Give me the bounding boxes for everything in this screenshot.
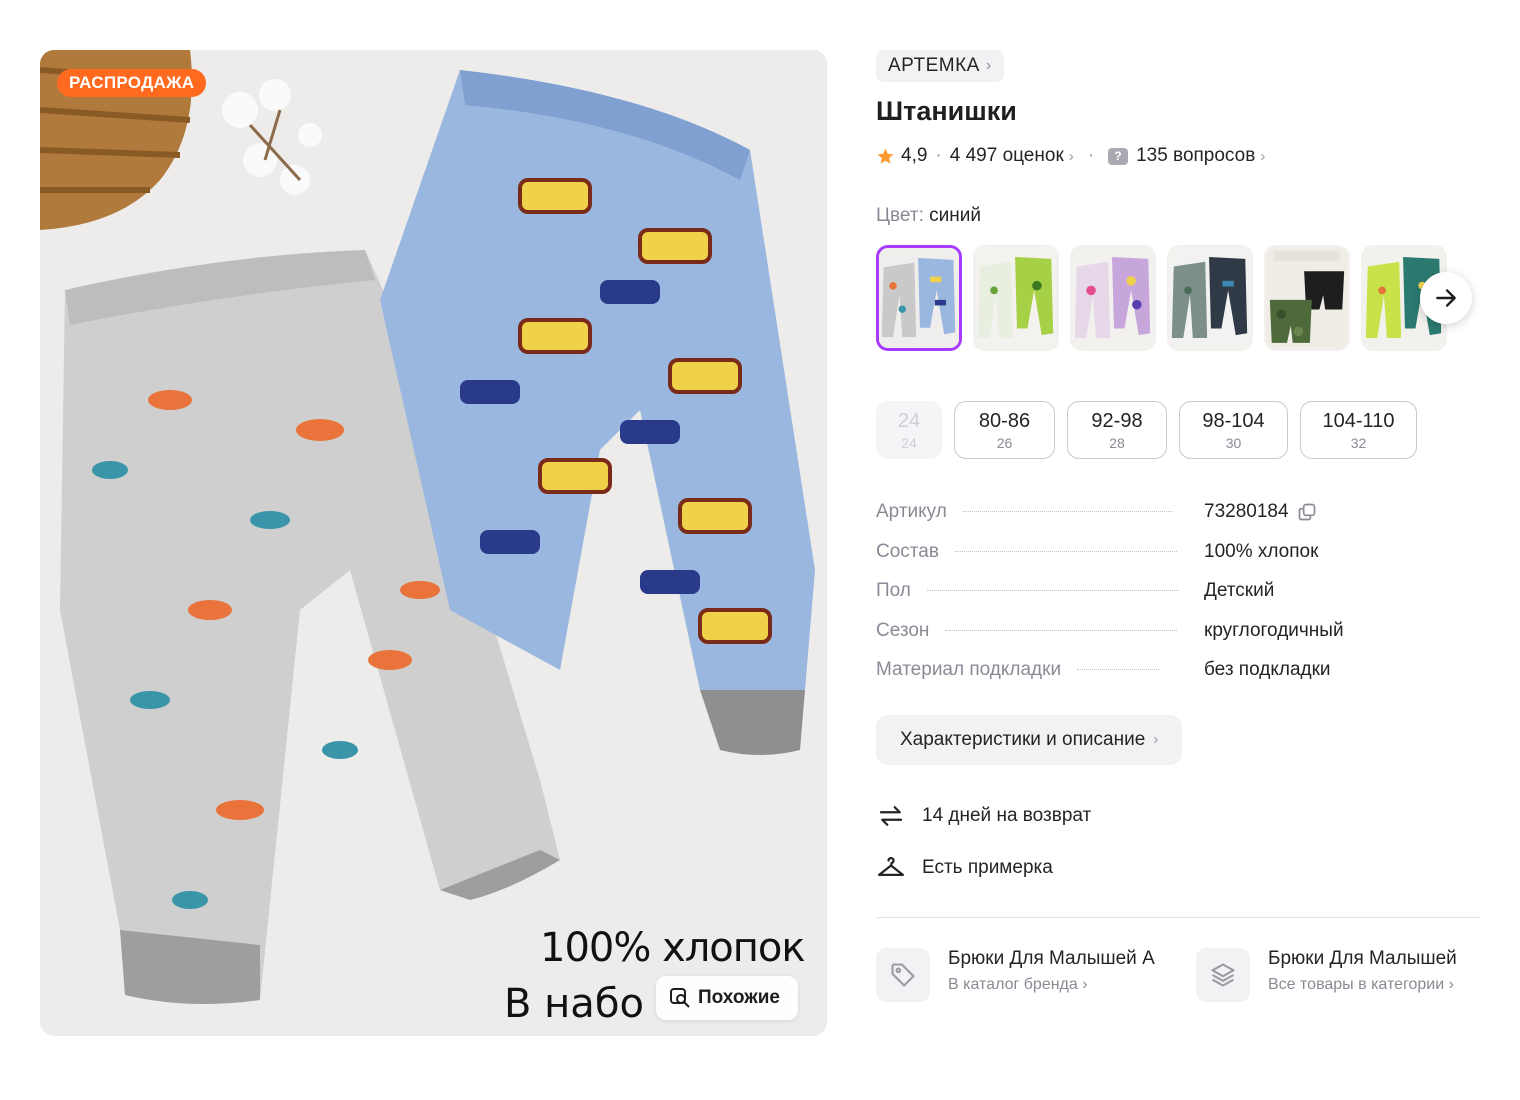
size-main: 80-86 — [978, 409, 1031, 432]
similar-button[interactable]: Похожие — [656, 976, 798, 1020]
color-thumb-4[interactable] — [1167, 245, 1253, 351]
chevron-right-icon: › — [1153, 731, 1159, 748]
color-value: синий — [929, 205, 981, 226]
spec-row: Пол Детский — [876, 580, 1480, 620]
fitting-info-text: Есть примерка — [922, 856, 1053, 878]
color-thumbnails — [876, 245, 1480, 351]
size-sub: 32 — [1350, 434, 1367, 451]
product-image[interactable]: РАСПРОДАЖА 100% хлопок В набо Похожие — [40, 50, 827, 1036]
questions-link[interactable]: 135 вопросов — [1136, 145, 1255, 167]
catalog-links: Брюки Для Малышей А В каталог бренда › Б… — [876, 947, 1480, 1002]
star-icon — [877, 148, 894, 164]
size-option[interactable]: 92-98 28 — [1067, 401, 1167, 459]
spec-value: круглогодичный — [1204, 619, 1344, 641]
spec-value: 73280184 — [1204, 501, 1317, 523]
size-sub: 30 — [1225, 434, 1242, 451]
brand-catalog-subtitle: В каталог бренда › — [948, 975, 1088, 993]
rating-value: 4,9 — [901, 145, 928, 166]
size-option[interactable]: 98-104 30 — [1179, 401, 1288, 459]
brand-link[interactable]: АРТЕМКА › — [876, 50, 1004, 82]
spec-value: 100% хлопок — [1204, 540, 1319, 562]
chevron-right-icon: › — [1260, 147, 1266, 165]
article-number: 73280184 — [1204, 501, 1289, 522]
spec-key: Материал подкладки — [876, 659, 1062, 680]
similar-button-label: Похожие — [698, 987, 780, 1008]
size-main: 104-110 — [1322, 409, 1395, 432]
layers-icon — [1196, 947, 1250, 1002]
size-selector: 24 24 80-86 26 92-98 28 98-104 30 104-11… — [876, 401, 1480, 459]
spec-row: Артикул 73280184 — [876, 501, 1480, 541]
size-option[interactable]: 104-110 32 — [1300, 401, 1417, 459]
copy-icon[interactable] — [1297, 502, 1317, 522]
reviews-link[interactable]: 4 497 оценок — [950, 145, 1064, 167]
brand-name: АРТЕМКА — [888, 55, 980, 76]
hanger-icon — [878, 856, 904, 876]
color-thumb-1[interactable] — [876, 245, 962, 351]
chevron-right-icon: › — [985, 57, 992, 74]
product-info: АРТЕМКА › Штанишки 4,9 · 4 497 оценок › … — [876, 50, 1480, 1002]
spec-leader — [945, 629, 1178, 631]
category-link[interactable]: Брюки Для Малышей Все товары в категории… — [1196, 947, 1496, 1002]
spec-row: Состав 100% хлопок — [876, 541, 1480, 581]
size-sub: 24 — [901, 434, 917, 451]
spec-row: Материал подкладки без подкладки — [876, 659, 1480, 699]
spec-row: Сезон круглогодичный — [876, 620, 1480, 660]
image-search-icon — [670, 988, 690, 1008]
description-button[interactable]: Характеристики и описание › — [876, 714, 1183, 765]
color-thumb-2[interactable] — [973, 245, 1059, 351]
specs-list: Артикул 73280184 Состав 100% хлопок Пол … — [876, 501, 1480, 699]
product-photo — [40, 50, 827, 1036]
thumbs-next-button[interactable] — [1420, 272, 1472, 324]
color-thumb-3[interactable] — [1070, 245, 1156, 351]
rating-row: 4,9 · 4 497 оценок › · ? 135 вопросов › — [876, 145, 1480, 167]
fitting-info: Есть примерка — [876, 853, 1480, 883]
arrow-right-icon — [1436, 289, 1456, 307]
spec-leader — [1077, 669, 1160, 670]
caption-line-1: 100% хлопок — [540, 925, 806, 971]
spec-value: Детский — [1204, 580, 1275, 601]
sale-badge: РАСПРОДАЖА — [57, 69, 207, 97]
spec-key: Состав — [876, 540, 939, 562]
size-main: 24 — [897, 409, 921, 432]
category-title: Брюки Для Малышей — [1268, 947, 1457, 969]
return-policy: 14 дней на возврат — [876, 801, 1480, 831]
divider — [876, 916, 1480, 918]
brand-catalog-link[interactable]: Брюки Для Малышей А В каталог бренда › — [876, 947, 1176, 1002]
size-sub: 28 — [1109, 434, 1125, 451]
separator-dot: · — [935, 145, 942, 166]
size-main: 98-104 — [1202, 409, 1265, 432]
separator-dot: · — [1087, 145, 1095, 166]
size-sub: 26 — [996, 434, 1013, 451]
spec-key: Пол — [876, 580, 911, 601]
category-subtitle: Все товары в категории › — [1268, 975, 1454, 993]
size-main: 92-98 — [1091, 409, 1143, 432]
spec-value: без подкладки — [1204, 659, 1331, 680]
return-policy-text: 14 дней на возврат — [922, 804, 1092, 826]
tag-icon — [876, 947, 930, 1002]
return-arrows-icon — [879, 805, 903, 826]
spec-leader — [954, 550, 1177, 552]
color-thumb-5[interactable] — [1264, 245, 1350, 351]
spec-key: Сезон — [876, 619, 930, 641]
size-option[interactable]: 80-86 26 — [954, 401, 1055, 459]
color-label: Цвет: синий — [876, 205, 1480, 227]
size-option[interactable]: 24 24 — [876, 401, 942, 459]
spec-leader — [926, 590, 1179, 591]
color-label-key: Цвет: — [876, 205, 924, 226]
brand-catalog-title: Брюки Для Малышей А — [948, 947, 1155, 969]
spec-key: Артикул — [876, 501, 947, 522]
spec-leader — [962, 511, 1173, 512]
chevron-right-icon: › — [1068, 147, 1074, 165]
description-button-label: Характеристики и описание — [900, 728, 1146, 750]
product-title: Штанишки — [876, 96, 1017, 126]
question-icon: ? — [1108, 147, 1129, 165]
